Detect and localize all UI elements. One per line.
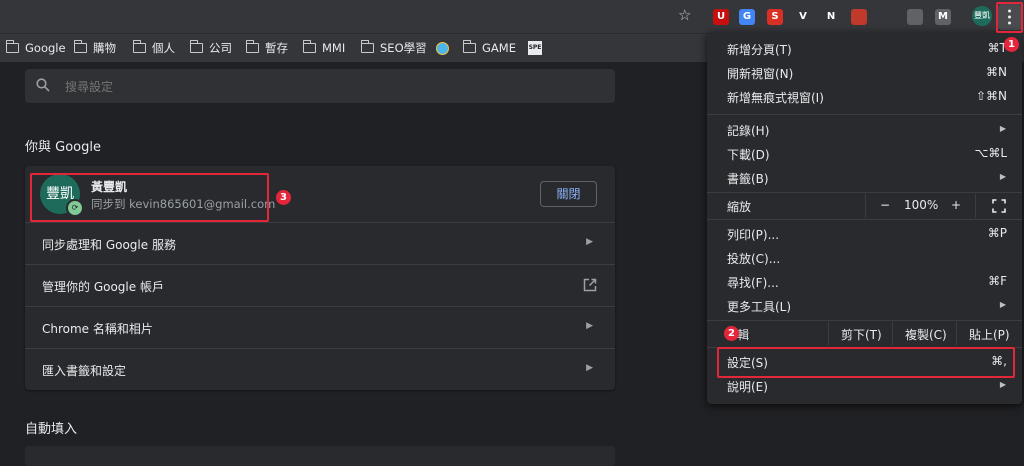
github-extension-icon[interactable] [879, 9, 895, 25]
bookmark-mmi[interactable]: MMI [302, 34, 345, 62]
folder-icon [245, 40, 259, 53]
book-extension-icon[interactable] [851, 9, 867, 25]
chevron-right-icon: ▶ [999, 300, 1006, 309]
fullscreen-button[interactable] [975, 194, 1022, 218]
menu-bookmarks[interactable]: 書籤(B) ▶ [707, 166, 1022, 190]
profile-label: 豐凱 [974, 11, 990, 20]
settings-search[interactable] [25, 69, 615, 103]
annotation-box-settings [717, 347, 1015, 378]
menu-print[interactable]: 列印(P)... ⌘P [707, 222, 1022, 246]
bookmark-shopping[interactable]: 購物 [73, 34, 116, 62]
vue-extension-icon[interactable]: V [795, 9, 811, 25]
menu-separator [707, 320, 1022, 321]
menu-find[interactable]: 尋找(F)... ⌘F [707, 270, 1022, 294]
annotation-box-account [30, 173, 269, 222]
bookmark-spe[interactable]: SPE [528, 34, 542, 62]
zoom-controls: − 100% + [865, 194, 975, 218]
stack-extension-icon[interactable] [907, 9, 923, 25]
menu-downloads[interactable]: 下載(D) ⌥⌘L [707, 142, 1022, 166]
folder-icon [360, 40, 374, 53]
cut-button[interactable]: 剪下(T) [828, 322, 892, 346]
folder-icon [132, 40, 146, 53]
menu-new-window[interactable]: 開新視窗(N) ⌘N [707, 61, 1022, 85]
menu-new-tab[interactable]: 新增分頁(T) ⌘T [707, 37, 1022, 61]
chevron-right-icon: ▶ [586, 237, 593, 247]
search-input[interactable] [63, 77, 567, 97]
annotation-badge-1: 1 [1004, 37, 1019, 52]
chevron-right-icon: ▶ [586, 321, 593, 331]
bookmark-game[interactable]: GAME [462, 34, 516, 62]
folder-icon [73, 40, 87, 53]
annotation-box-kebab [996, 2, 1023, 33]
s-ext-extension-icon[interactable]: S [767, 9, 783, 25]
globe-icon [436, 41, 449, 55]
notion-extension-icon[interactable]: N [823, 9, 839, 25]
row-import-bookmarks[interactable]: 匯入書籤和設定 ▶ [25, 348, 615, 390]
search-icon [36, 78, 50, 95]
menu-cast[interactable]: 投放(C)... [707, 246, 1022, 270]
chevron-right-icon: ▶ [999, 124, 1006, 133]
folder-icon [189, 40, 203, 53]
chevron-right-icon: ▶ [586, 363, 593, 373]
avatar[interactable]: 豐凱 [972, 6, 992, 26]
menu-separator [707, 114, 1022, 115]
folder-icon [302, 40, 316, 53]
chevron-right-icon: ▶ [999, 380, 1006, 389]
zoom-value: 100% [904, 198, 939, 212]
close-sync-button[interactable]: 關閉 [540, 181, 597, 207]
menu-more-tools[interactable]: 更多工具(L) ▶ [707, 294, 1022, 318]
open-external-icon [583, 278, 597, 295]
row-chrome-name-photo[interactable]: Chrome 名稱和相片 ▶ [25, 306, 615, 348]
bookmark-temp[interactable]: 暫存 [245, 34, 288, 62]
annotation-badge-3: 3 [276, 190, 291, 205]
bookmark-seo[interactable]: SEO學習 [360, 34, 427, 62]
paste-button[interactable]: 貼上(P) [956, 322, 1022, 346]
star-icon[interactable]: ☆ [678, 6, 691, 24]
browser-toolbar: ☆ UGSVN M 豐凱 [0, 0, 1024, 33]
ublock-extension-icon[interactable]: U [713, 9, 729, 25]
spe-logo-icon: SPE [528, 41, 542, 55]
bookmark-personal[interactable]: 個人 [132, 34, 175, 62]
menu-zoom: 縮放 − 100% + [707, 194, 1022, 218]
m-ext-extension-icon[interactable]: M [935, 9, 951, 25]
row-manage-account[interactable]: 管理你的 Google 帳戶 [25, 264, 615, 306]
zoom-out-button[interactable]: − [880, 198, 890, 212]
menu-separator [707, 219, 1022, 220]
menu-edit: 輯 剪下(T) 複製(C) 貼上(P) [707, 322, 1022, 346]
section-title-you-and-google: 你與 Google [25, 140, 101, 155]
row-sync-services[interactable]: 同步處理和 Google 服務 ▶ [25, 222, 615, 264]
fullscreen-icon [992, 199, 1006, 216]
bookmark-globe[interactable] [436, 34, 449, 62]
folder-icon [5, 40, 19, 53]
section-title-autofill: 自動填入 [25, 422, 78, 437]
bookmark-company[interactable]: 公司 [189, 34, 232, 62]
zoom-in-button[interactable]: + [951, 198, 961, 212]
copy-button[interactable]: 複製(C) [892, 322, 956, 346]
autofill-card [25, 446, 615, 466]
menu-incognito[interactable]: 新增無痕式視窗(I) ⇧⌘N [707, 85, 1022, 109]
bookmark-google[interactable]: Google [5, 34, 66, 62]
folder-icon [462, 40, 476, 53]
menu-history[interactable]: 記錄(H) ▶ [707, 118, 1022, 142]
translate-extension-icon[interactable]: G [739, 9, 755, 25]
annotation-badge-2: 2 [724, 326, 739, 341]
chevron-right-icon: ▶ [999, 172, 1006, 181]
menu-separator [707, 192, 1022, 193]
